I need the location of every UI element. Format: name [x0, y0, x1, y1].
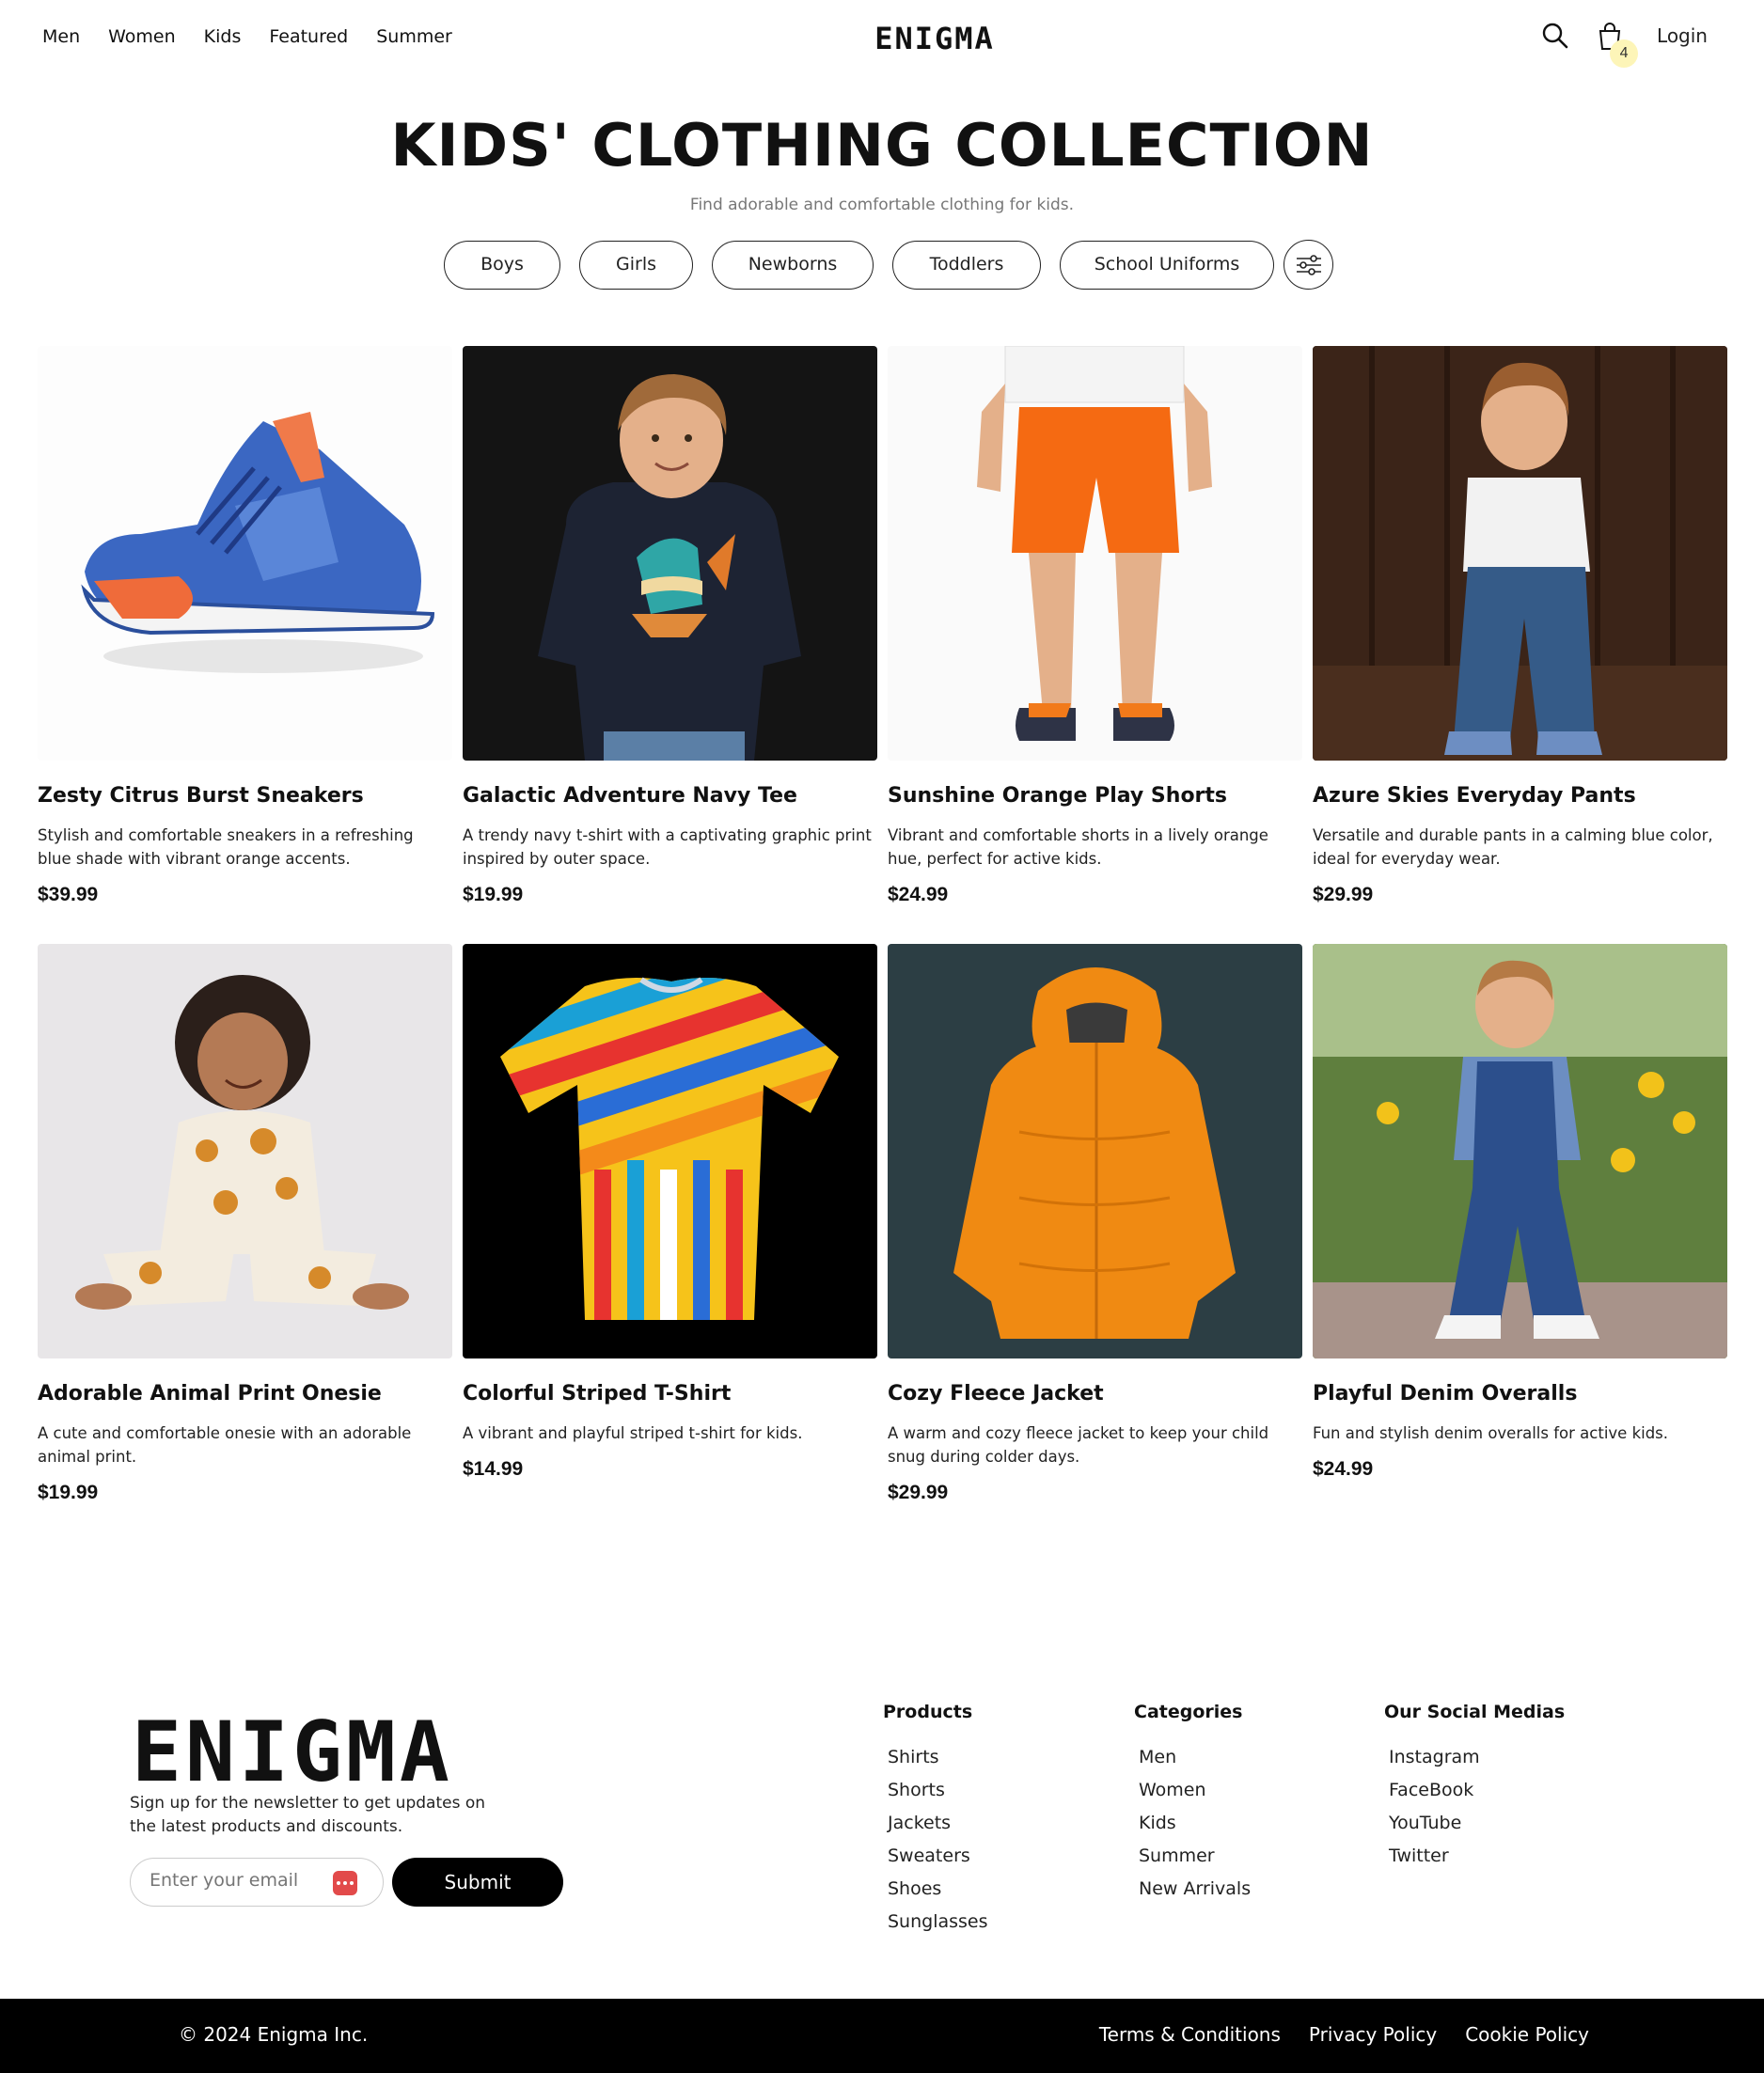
product-card[interactable]: Sunshine Orange Play Shorts Vibrant and … — [888, 346, 1302, 944]
header-actions: 4 Login — [1540, 21, 1708, 68]
product-card[interactable]: Cozy Fleece Jacket A warm and cozy fleec… — [888, 944, 1302, 1542]
footer-column-title: Our Social Medias — [1384, 1702, 1566, 1722]
footer-bottom-bar: © 2024 Enigma Inc. Terms & Conditions Pr… — [0, 1999, 1764, 2073]
product-name[interactable]: Sunshine Orange Play Shorts — [888, 784, 1227, 808]
copyright-text: © 2024 Enigma Inc. — [179, 2023, 369, 2046]
product-price: $24.99 — [1313, 1458, 1374, 1480]
footer-column-social: Our Social Medias Instagram FaceBook You… — [1384, 1702, 1565, 1873]
product-name[interactable]: Galactic Adventure Navy Tee — [463, 784, 797, 808]
newsletter-text: Sign up for the newsletter to get update… — [130, 1794, 486, 1836]
login-link[interactable]: Login — [1657, 24, 1708, 47]
product-image-onesie[interactable] — [38, 944, 452, 1358]
footer-link-men[interactable]: Men — [1139, 1741, 1251, 1774]
footer-link-sweaters[interactable]: Sweaters — [888, 1840, 988, 1873]
product-card[interactable]: Azure Skies Everyday Pants Versatile and… — [1313, 346, 1727, 944]
product-description: A vibrant and playful striped t-shirt fo… — [463, 1424, 803, 1442]
newsletter-email-field[interactable] — [130, 1858, 384, 1907]
product-price: $29.99 — [1313, 884, 1374, 905]
cart-count-badge: 4 — [1610, 39, 1639, 68]
product-description: Fun and stylish denim overalls for activ… — [1313, 1424, 1669, 1442]
product-description: A trendy navy t-shirt with a captivating… — [463, 826, 872, 868]
cookie-policy-link[interactable]: Cookie Policy — [1465, 2023, 1589, 2046]
privacy-policy-link[interactable]: Privacy Policy — [1309, 2023, 1437, 2046]
filter-bar: Boys Girls Newborns Toddlers School Unif… — [444, 240, 1333, 290]
product-image-fleece-jacket[interactable] — [888, 944, 1302, 1358]
product-price: $19.99 — [38, 1482, 99, 1503]
product-description: Vibrant and comfortable shorts in a live… — [888, 826, 1268, 868]
product-price: $24.99 — [888, 884, 949, 905]
footer-column-title: Products — [883, 1702, 973, 1722]
legal-links: Terms & Conditions Privacy Policy Cookie… — [1099, 2023, 1589, 2046]
filter-pill-girls[interactable]: Girls — [579, 240, 693, 290]
product-description: A cute and comfortable onesie with an ad… — [38, 1424, 412, 1466]
filter-pill-boys[interactable]: Boys — [444, 240, 560, 290]
product-description: Versatile and durable pants in a calming… — [1313, 826, 1713, 868]
footer-link-youtube[interactable]: YouTube — [1389, 1807, 1565, 1840]
footer-column-title: Categories — [1134, 1702, 1243, 1722]
terms-link[interactable]: Terms & Conditions — [1099, 2023, 1281, 2046]
product-name[interactable]: Azure Skies Everyday Pants — [1313, 784, 1636, 808]
product-name[interactable]: Zesty Citrus Burst Sneakers — [38, 784, 364, 808]
page-subtitle: Find adorable and comfortable clothing f… — [689, 196, 1075, 214]
search-icon[interactable] — [1540, 21, 1570, 51]
product-image-denim-overalls[interactable] — [1313, 944, 1727, 1358]
footer-link-facebook[interactable]: FaceBook — [1389, 1774, 1565, 1807]
footer-link-shoes[interactable]: Shoes — [888, 1873, 988, 1906]
product-card[interactable]: Adorable Animal Print Onesie A cute and … — [38, 944, 452, 1542]
product-image-striped-tee[interactable] — [463, 944, 877, 1358]
product-price: $14.99 — [463, 1458, 524, 1480]
product-name[interactable]: Adorable Animal Print Onesie — [38, 1382, 382, 1406]
product-card[interactable]: Galactic Adventure Navy Tee A trendy nav… — [463, 346, 877, 944]
product-image-blue-pants[interactable] — [1313, 346, 1727, 761]
footer-link-kids[interactable]: Kids — [1139, 1807, 1251, 1840]
footer-brand-logo[interactable]: ENIGMA — [132, 1704, 453, 1800]
product-price: $19.99 — [463, 884, 524, 905]
shopping-bag-icon[interactable]: 4 — [1595, 21, 1639, 68]
page-title: KIDS' CLOTHING COLLECTION — [390, 111, 1374, 180]
footer-column-categories: Categories Men Women Kids Summer New Arr… — [1134, 1702, 1251, 1906]
submit-button[interactable]: Submit — [392, 1858, 563, 1907]
site-header: Men Women Kids Featured Summer ENIGMA 4 … — [0, 0, 1764, 79]
product-grid: Zesty Citrus Burst Sneakers Stylish and … — [38, 346, 1727, 1542]
filter-pill-toddlers[interactable]: Toddlers — [892, 240, 1041, 290]
product-card[interactable]: Playful Denim Overalls Fun and stylish d… — [1313, 944, 1727, 1542]
filter-pill-newborns[interactable]: Newborns — [712, 240, 874, 290]
footer-link-shirts[interactable]: Shirts — [888, 1741, 988, 1774]
product-price: $39.99 — [38, 884, 99, 905]
email-input[interactable] — [150, 1870, 319, 1891]
password-manager-icon[interactable] — [333, 1871, 357, 1895]
product-image-sneaker[interactable] — [38, 346, 452, 761]
footer-link-new-arrivals[interactable]: New Arrivals — [1139, 1873, 1251, 1906]
product-name[interactable]: Playful Denim Overalls — [1313, 1382, 1577, 1406]
product-description: Stylish and comfortable sneakers in a re… — [38, 826, 414, 868]
product-name[interactable]: Colorful Striped T-Shirt — [463, 1382, 731, 1406]
footer-column-products: Products Shirts Shorts Jackets Sweaters … — [883, 1702, 988, 1939]
product-image-navy-tee[interactable] — [463, 346, 877, 761]
product-price: $29.99 — [888, 1482, 949, 1503]
product-description: A warm and cozy fleece jacket to keep yo… — [888, 1424, 1269, 1466]
product-image-orange-shorts[interactable] — [888, 346, 1302, 761]
footer-link-jackets[interactable]: Jackets — [888, 1807, 988, 1840]
product-card[interactable]: Colorful Striped T-Shirt A vibrant and p… — [463, 944, 877, 1542]
footer-link-instagram[interactable]: Instagram — [1389, 1741, 1565, 1774]
footer-link-women[interactable]: Women — [1139, 1774, 1251, 1807]
footer-link-shorts[interactable]: Shorts — [888, 1774, 988, 1807]
product-name[interactable]: Cozy Fleece Jacket — [888, 1382, 1104, 1406]
brand-logo[interactable]: ENIGMA — [0, 21, 1764, 56]
product-card[interactable]: Zesty Citrus Burst Sneakers Stylish and … — [38, 346, 452, 944]
footer-link-sunglasses[interactable]: Sunglasses — [888, 1906, 988, 1939]
footer-link-summer[interactable]: Summer — [1139, 1840, 1251, 1873]
footer-link-twitter[interactable]: Twitter — [1389, 1840, 1565, 1873]
filter-pill-school-uniforms[interactable]: School Uniforms — [1060, 240, 1274, 290]
sliders-icon[interactable] — [1284, 240, 1333, 290]
